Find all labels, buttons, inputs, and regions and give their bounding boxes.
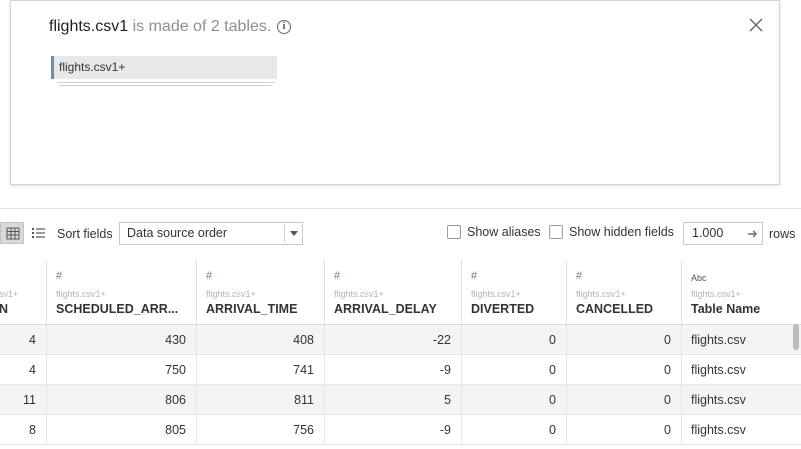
stack-divider [59, 85, 271, 86]
rows-label: rows [769, 227, 796, 241]
table-cell: 0 [462, 325, 567, 355]
table-cell: -9 [325, 415, 462, 445]
column-name: ARRIVAL_DELAY [334, 302, 437, 316]
table-cell: 756 [197, 415, 325, 445]
column-header[interactable]: # flights.csv1+ ARRIVAL_DELAY [325, 260, 462, 324]
column-name: CANCELLED [576, 302, 654, 316]
column-source: flights.csv1+ [334, 289, 384, 299]
grid-toolbar: Sort fields Data source order Show alias… [0, 219, 801, 249]
table-cell: 806 [47, 385, 197, 415]
table-cell: 4 [0, 325, 47, 355]
column-name: ARRIVAL_TIME [206, 302, 298, 316]
chevron-down-icon [290, 231, 298, 236]
table-cell: 0 [567, 385, 682, 415]
column-header[interactable]: # flights.csv1+ CANCELLED [567, 260, 682, 324]
table-cell: 408 [197, 325, 325, 355]
sort-fields-value: Data source order [127, 226, 228, 240]
column-source: flights.csv1+ [56, 289, 106, 299]
table-row: 4 430 408 -22 0 0 flights.csv [0, 325, 801, 355]
number-type-icon: # [56, 270, 63, 282]
table-cell: 0 [462, 385, 567, 415]
table-cell: 0 [462, 355, 567, 385]
table-cell: flights.csv [691, 333, 746, 347]
table-cell: 0 [462, 415, 567, 445]
table-cell: -22 [325, 325, 462, 355]
table-cell: 741 [197, 355, 325, 385]
number-type-icon: # [576, 270, 583, 282]
table-cell: 0 [567, 355, 682, 385]
vertical-scrollbar[interactable] [793, 324, 799, 350]
tables-popup: flights.csv1 is made of 2 tables. i flig… [10, 0, 780, 185]
info-icon[interactable]: i [277, 20, 291, 34]
number-type-icon: # [471, 270, 478, 282]
sort-fields-dropdown[interactable]: Data source order [119, 222, 303, 245]
column-name: SCHEDULED_ARR... [56, 302, 179, 316]
table-row: 4 750 741 -9 0 0 flights.csv [0, 355, 801, 385]
column-header[interactable]: # flights.csv1+ SCHEDULED_ARR... [47, 260, 197, 324]
grid-view-icon[interactable] [0, 222, 24, 244]
table-cell: 11 [0, 385, 47, 415]
table-cell: flights.csv [691, 363, 746, 377]
column-header[interactable]: # flights.csv1+ DIVERTED [462, 260, 567, 324]
table-cell: 805 [47, 415, 197, 445]
dropdown-divider [284, 225, 285, 242]
table-cell: 430 [47, 325, 197, 355]
popup-file-name: flights.csv1 [49, 18, 129, 35]
number-type-icon: # [206, 270, 213, 282]
show-aliases-checkbox[interactable] [447, 225, 461, 239]
column-name: DIVERTED [471, 302, 535, 316]
column-header[interactable]: # flights.csv1+ ARRIVAL_TIME [197, 260, 325, 324]
table-card[interactable]: flights.csv1+ [51, 56, 277, 79]
number-type-icon: # [334, 270, 341, 282]
column-source: sv1+ [0, 289, 19, 299]
data-grid: sv1+ N # flights.csv1+ SCHEDULED_ARR... … [0, 260, 801, 449]
show-aliases-label[interactable]: Show aliases [467, 225, 541, 239]
table-cell: -9 [325, 355, 462, 385]
string-type-icon: Abc [691, 273, 707, 283]
table-cell: 0 [567, 325, 682, 355]
stack-divider [57, 82, 275, 83]
table-cell: flights.csv [691, 423, 746, 437]
column-name: N [0, 302, 9, 316]
popup-subtitle: is made of 2 tables. [128, 18, 272, 35]
sort-fields-label: Sort fields [57, 227, 113, 241]
show-hidden-fields-label[interactable]: Show hidden fields [569, 225, 674, 239]
table-cell: 750 [47, 355, 197, 385]
table-row: 8 805 756 -9 0 0 flights.csv [0, 415, 801, 445]
table-cell: 811 [197, 385, 325, 415]
table-cell: 8 [0, 415, 47, 445]
table-cell: 5 [325, 385, 462, 415]
close-icon[interactable] [747, 16, 765, 34]
list-view-icon[interactable] [30, 223, 48, 243]
table-cell: 4 [0, 355, 47, 385]
column-source: flights.csv1+ [206, 289, 256, 299]
column-source: flights.csv1+ [576, 289, 626, 299]
table-row: 11 806 811 5 0 0 flights.csv [0, 385, 801, 415]
column-header[interactable]: Abc flights.csv1+ Table Name [682, 260, 801, 324]
column-source: flights.csv1+ [691, 289, 741, 299]
table-cell: flights.csv [691, 393, 746, 407]
show-hidden-fields-checkbox[interactable] [549, 225, 563, 239]
arrow-right-icon[interactable]: ➜ [747, 226, 758, 242]
column-source: flights.csv1+ [471, 289, 521, 299]
column-header[interactable]: sv1+ N [0, 260, 47, 324]
section-divider [0, 208, 801, 209]
column-name: Table Name [691, 302, 761, 316]
table-cell: 0 [567, 415, 682, 445]
popup-title: flights.csv1 is made of 2 tables. [49, 18, 271, 36]
